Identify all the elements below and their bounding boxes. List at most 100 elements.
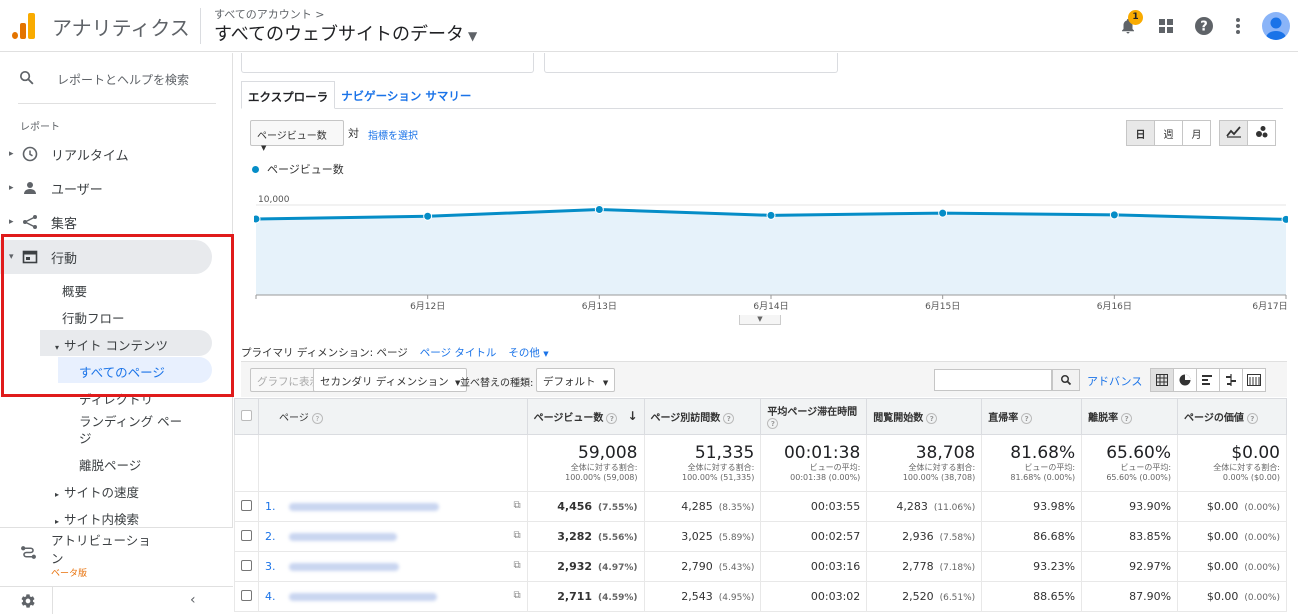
totals-cell: 59,008 全体に対する割合: 100.00% (59,008) bbox=[526, 434, 645, 492]
column-header-avg-time[interactable]: 平均ページ滞在時間? bbox=[760, 398, 868, 435]
sort-type-value: デフォルト bbox=[543, 376, 596, 388]
week-button[interactable]: 週 bbox=[1154, 120, 1183, 146]
table-row[interactable]: 2. ⧉ 3,282 (5.56%) 3,025 (5.89%) 00:02:57 2,936… bbox=[234, 521, 1287, 552]
column-header-pageviews[interactable]: ページビュー数? ↓ bbox=[526, 398, 645, 435]
help-tooltip-icon[interactable]: ? bbox=[723, 412, 735, 424]
page-cell[interactable]: 2. ⧉ bbox=[258, 521, 528, 552]
open-page-icon[interactable]: ⧉ bbox=[513, 530, 520, 541]
analytics-logo-icon[interactable] bbox=[12, 13, 36, 39]
help-tooltip-icon[interactable]: ? bbox=[767, 418, 779, 430]
column-header-unique-pageviews[interactable]: ページ別訪問数? bbox=[643, 398, 762, 435]
sort-type-dropdown[interactable]: デフォルト ▼ bbox=[536, 368, 616, 392]
chart-collapse-handle[interactable]: ▼ bbox=[739, 315, 781, 325]
redacted-page-path[interactable] bbox=[289, 503, 439, 511]
sidebar-item-exit-pages[interactable]: 離脱ページ bbox=[79, 455, 141, 474]
help-tooltip-icon[interactable]: ? bbox=[1246, 412, 1258, 424]
sidebar-item-landing-pages[interactable]: ランディング ページ bbox=[79, 413, 189, 447]
row-checkbox-cell[interactable] bbox=[234, 521, 259, 552]
row-checkbox-cell[interactable] bbox=[234, 551, 259, 582]
column-header-exit-rate[interactable]: 離脱率? bbox=[1081, 398, 1179, 435]
table-view-button[interactable] bbox=[1150, 368, 1174, 392]
totals-cell: 38,708 全体に対する割合: 100.00% (38,708) bbox=[866, 434, 983, 492]
more-vert-icon[interactable] bbox=[1226, 14, 1250, 38]
total-detail: 65.60% (0.00%) bbox=[1106, 473, 1172, 482]
property-selector[interactable]: すべてのウェブサイトのデータ ▼ bbox=[214, 20, 477, 46]
month-button[interactable]: 月 bbox=[1182, 120, 1211, 146]
dimension-page-title-link[interactable]: ページ タイトル bbox=[420, 345, 497, 360]
sidebar-bottom-bar: ‹ bbox=[0, 586, 233, 614]
pivot-view-button[interactable] bbox=[1242, 368, 1266, 392]
row-checkbox-cell[interactable] bbox=[234, 491, 259, 522]
column-header-label: ページ bbox=[279, 413, 309, 424]
row-checkbox[interactable] bbox=[241, 589, 252, 601]
sidebar-item-audience[interactable]: ▸ ユーザー bbox=[0, 171, 212, 205]
table-row[interactable]: 3. ⧉ 2,932 (4.97%) 2,790 (5.43%) 00:03:16 2,778… bbox=[234, 551, 1287, 582]
data-point[interactable] bbox=[766, 210, 776, 220]
column-header-bounce-rate[interactable]: 直帰率? bbox=[981, 398, 1083, 435]
table-search-input[interactable] bbox=[934, 369, 1052, 391]
data-point[interactable] bbox=[1109, 210, 1119, 220]
dimension-other-link[interactable]: その他 ▼ bbox=[508, 345, 548, 360]
help-tooltip-icon[interactable]: ? bbox=[1121, 412, 1133, 424]
data-point[interactable] bbox=[1281, 214, 1288, 224]
total-caption: ビューの平均: bbox=[809, 463, 861, 472]
open-page-icon[interactable]: ⧉ bbox=[513, 560, 520, 571]
data-point[interactable] bbox=[423, 211, 433, 221]
total-caption: 全体に対する割合: bbox=[570, 463, 638, 472]
redacted-page-path[interactable] bbox=[289, 533, 397, 541]
page-cell[interactable]: 4. ⧉ bbox=[258, 581, 528, 612]
table-row[interactable]: 4. ⧉ 2,711 (4.59%) 2,543 (4.95%) 00:03:02 2,520… bbox=[234, 581, 1287, 612]
help-tooltip-icon[interactable]: ? bbox=[926, 412, 938, 424]
select-all-header[interactable] bbox=[234, 398, 259, 435]
cell-percent: (5.56%) bbox=[598, 533, 638, 543]
secondary-dimension-dropdown[interactable]: セカンダリ ディメンション ▼ bbox=[313, 368, 468, 392]
comparison-view-button[interactable] bbox=[1219, 368, 1243, 392]
expand-arrow-icon: ▸ bbox=[55, 490, 60, 499]
column-header-entrances[interactable]: 閲覧開始数? bbox=[866, 398, 983, 435]
tab-navigation-summary[interactable]: ナビゲーション サマリー bbox=[335, 81, 477, 108]
sidebar-item-site-search[interactable]: ▸ サイト内検索 bbox=[55, 509, 139, 528]
primary-dimension-label: プライマリ ディメンション: ページ bbox=[241, 345, 408, 360]
metric-dropdown[interactable]: ページビュー数 ▼ bbox=[250, 120, 344, 152]
open-page-icon[interactable]: ⧉ bbox=[513, 590, 520, 601]
sidebar-item-site-speed[interactable]: ▸ サイトの速度 bbox=[55, 482, 139, 501]
redacted-page-path[interactable] bbox=[289, 593, 437, 601]
motion-chart-button[interactable] bbox=[1247, 120, 1276, 146]
column-header-page-value[interactable]: ページの価値? bbox=[1177, 398, 1287, 435]
row-checkbox[interactable] bbox=[241, 499, 252, 511]
pageviews-chart[interactable]: 10,0005,0006月12日6月13日6月14日6月15日6月16日6月17… bbox=[254, 179, 1288, 315]
table-search-button[interactable] bbox=[1052, 369, 1080, 391]
user-avatar[interactable] bbox=[1262, 12, 1290, 40]
page-cell[interactable]: 1. ⧉ bbox=[258, 491, 528, 522]
help-tooltip-icon[interactable]: ? bbox=[1021, 412, 1033, 424]
apps-grid-icon[interactable] bbox=[1154, 14, 1178, 38]
row-checkbox[interactable] bbox=[241, 559, 252, 571]
help-tooltip-icon[interactable]: ? bbox=[606, 412, 618, 424]
tab-explorer[interactable]: エクスプローラ bbox=[241, 81, 336, 109]
data-point[interactable] bbox=[938, 208, 948, 218]
advanced-filter-link[interactable]: アドバンス bbox=[1087, 373, 1142, 389]
help-icon[interactable]: ? bbox=[1192, 14, 1216, 38]
pie-view-button[interactable] bbox=[1173, 368, 1197, 392]
sort-type-label: 並べ替えの種類: bbox=[460, 378, 534, 389]
page-cell[interactable]: 3. ⧉ bbox=[258, 551, 528, 582]
sidebar-item-attribution[interactable]: アトリビューション ベータ版 bbox=[0, 528, 233, 585]
collapse-sidebar-icon[interactable]: ‹ bbox=[190, 592, 196, 608]
performance-view-button[interactable] bbox=[1196, 368, 1220, 392]
redacted-page-path[interactable] bbox=[289, 563, 399, 571]
row-checkbox-cell[interactable] bbox=[234, 581, 259, 612]
line-chart-button[interactable] bbox=[1219, 120, 1248, 146]
column-header-page[interactable]: ページ? bbox=[258, 398, 528, 435]
help-tooltip-icon[interactable]: ? bbox=[311, 412, 323, 424]
sidebar-item-realtime[interactable]: ▸ リアルタイム bbox=[0, 137, 212, 171]
gear-icon[interactable] bbox=[20, 593, 36, 613]
open-page-icon[interactable]: ⧉ bbox=[513, 500, 520, 511]
data-point[interactable] bbox=[254, 214, 261, 224]
report-search[interactable]: レポートとヘルプを検索 bbox=[0, 53, 233, 103]
row-checkbox[interactable] bbox=[241, 529, 252, 541]
day-button[interactable]: 日 bbox=[1126, 120, 1155, 146]
data-point[interactable] bbox=[594, 205, 604, 214]
select-metric-link[interactable]: 指標を選択 bbox=[368, 127, 418, 142]
table-row[interactable]: 1. ⧉ 4,456 (7.55%) 4,285 (8.35%) 00:03:55 4,283… bbox=[234, 491, 1287, 522]
select-all-checkbox[interactable] bbox=[241, 409, 252, 421]
